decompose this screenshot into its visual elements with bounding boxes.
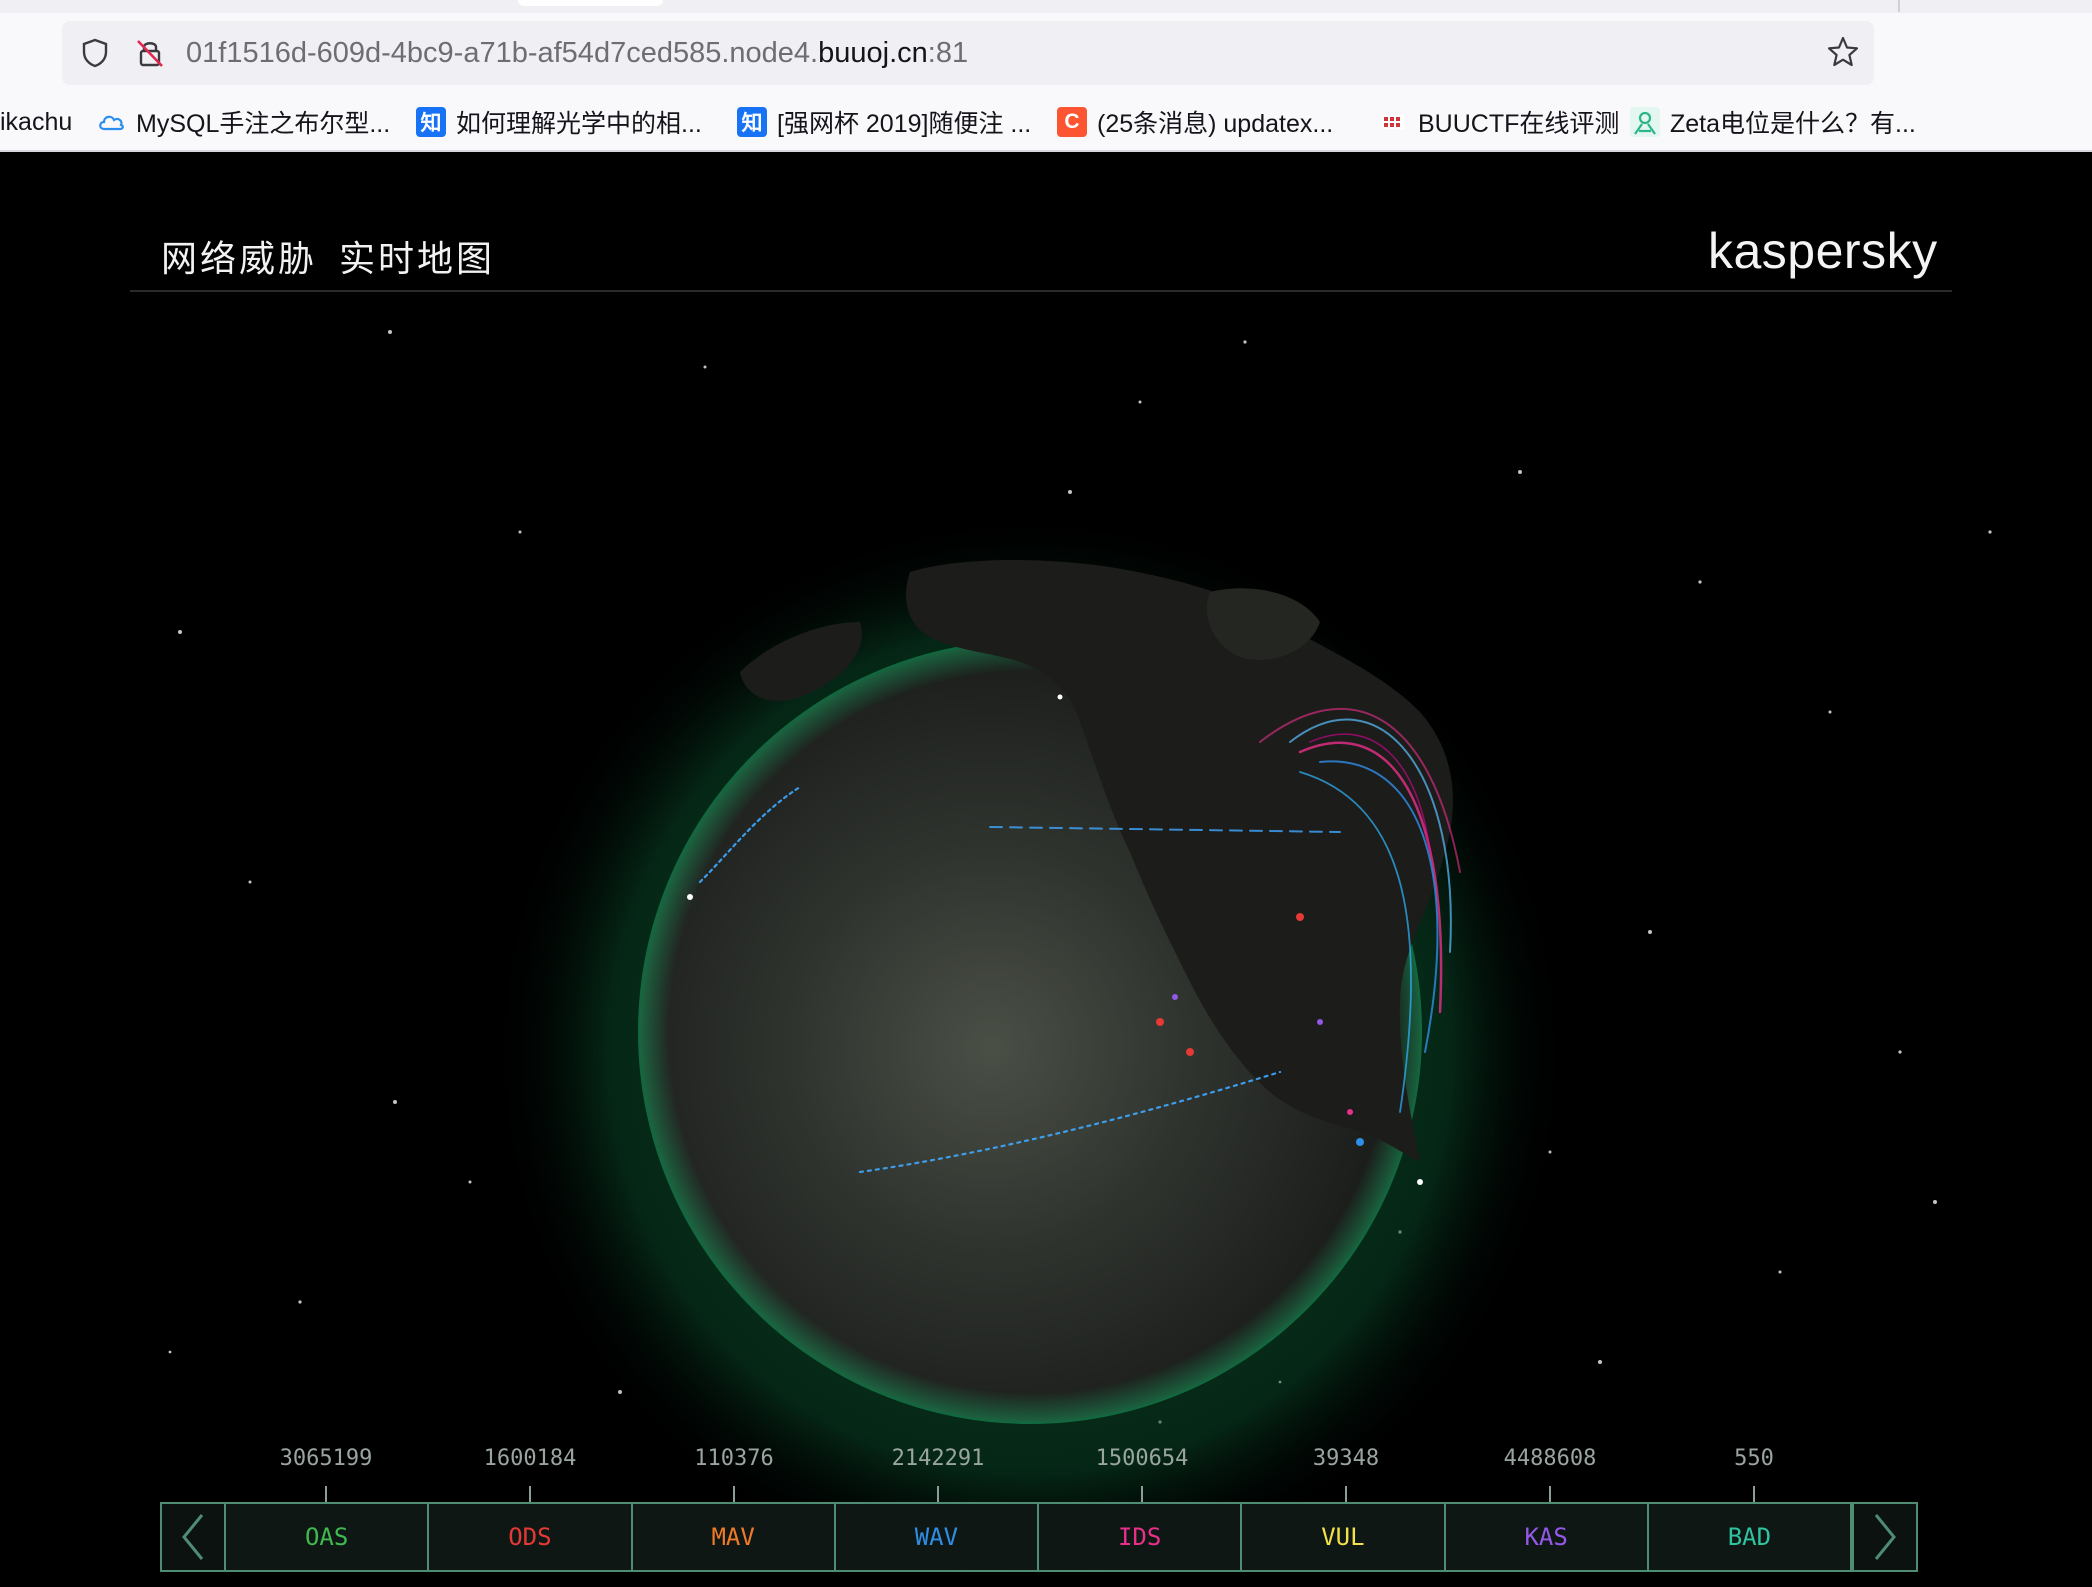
bookmark-item[interactable]: 知 [强网杯 2019]随便注 ... <box>737 104 1031 140</box>
bookmark-item[interactable]: MySQL手注之布尔型... <box>96 104 390 140</box>
url-port: :81 <box>927 37 969 69</box>
stat-tick <box>529 1486 531 1502</box>
tab-ids[interactable]: IDS <box>1039 1504 1243 1570</box>
kaspersky-logo[interactable]: kaspersky <box>1708 222 1938 280</box>
bookmark-item[interactable]: C (25条消息) updatex... <box>1057 104 1333 140</box>
bookmark-label: [强网杯 2019]随便注 ... <box>777 110 1032 138</box>
tab-oas[interactable]: OAS <box>226 1504 430 1570</box>
scroll-left-button[interactable] <box>162 1504 226 1570</box>
stat-tick <box>1753 1486 1755 1502</box>
page-title: 网络威胁 实时地图 <box>161 230 495 282</box>
stat-count-wav: 2142291 <box>891 1446 985 1471</box>
url-domain: buuoj.cn <box>818 37 928 69</box>
stat-count-bad: 550 <box>1734 1446 1774 1471</box>
bookmark-label: MySQL手注之布尔型... <box>136 110 391 138</box>
stat-tick <box>937 1486 939 1502</box>
zhihu-icon: 知 <box>737 107 767 137</box>
buuctf-icon <box>1382 115 1404 129</box>
bookmark-item[interactable]: ikachu <box>0 104 72 140</box>
scroll-right-button[interactable] <box>1852 1504 1916 1570</box>
stat-tick <box>325 1486 327 1502</box>
chevron-right-icon <box>1874 1514 1896 1560</box>
stat-count-kas: 4488608 <box>1503 1446 1597 1471</box>
active-tab[interactable] <box>518 0 663 6</box>
tab-vul[interactable]: VUL <box>1242 1504 1446 1570</box>
tab-kas[interactable]: KAS <box>1445 1504 1649 1570</box>
stat-count-ids: 1500654 <box>1095 1446 1189 1471</box>
stat-count-mav: 110376 <box>694 1446 774 1471</box>
bookmark-item[interactable]: BUUCTF在线评测 <box>1378 104 1619 140</box>
subtitle-text: 实时地图 <box>339 239 496 280</box>
bookmark-star-icon[interactable] <box>1825 34 1861 70</box>
stat-count-oas: 3065199 <box>279 1446 373 1471</box>
shield-icon[interactable] <box>78 36 112 70</box>
threat-map-page: 网络威胁 实时地图 kaspersky 3065199 1600184 11037… <box>0 152 2092 1587</box>
stat-count-ods: 1600184 <box>483 1446 577 1471</box>
title-text: 网络威胁 <box>161 239 318 280</box>
tab-strip <box>0 0 2092 13</box>
insecure-lock-icon[interactable] <box>133 36 167 70</box>
url-prefix: 01f1516d-609d-4bc9-a71b-af54d7ced585.nod… <box>186 37 819 69</box>
stat-tick <box>1549 1486 1551 1502</box>
zhihu-icon: 知 <box>416 107 446 137</box>
tab-bad[interactable]: BAD <box>1648 1504 1852 1570</box>
bookmark-label: 如何理解光学中的相... <box>456 110 702 138</box>
header-divider <box>130 290 1952 292</box>
bookmark-label: ikachu <box>0 107 73 136</box>
stat-count-vul: 39348 <box>1312 1446 1380 1471</box>
globe-visualization[interactable] <box>0 152 2092 1587</box>
profile-icon <box>1630 107 1660 137</box>
csdn-icon: C <box>1057 107 1087 137</box>
tab-ods[interactable]: ODS <box>429 1504 633 1570</box>
cloud-icon <box>99 115 124 131</box>
url-text[interactable]: 01f1516d-609d-4bc9-a71b-af54d7ced585.nod… <box>186 33 968 73</box>
tab-separator <box>1898 0 1900 12</box>
bookmark-item[interactable]: 知 如何理解光学中的相... <box>416 104 702 140</box>
bookmark-label: Zeta电位是什么？有... <box>1670 110 1916 138</box>
detection-type-bar: OAS ODS MAV WAV IDS VUL KAS BAD <box>160 1502 1918 1572</box>
chevron-left-icon <box>182 1514 204 1560</box>
tab-mav[interactable]: MAV <box>632 1504 836 1570</box>
bookmark-label: BUUCTF在线评测 <box>1418 110 1620 138</box>
bookmark-item[interactable]: Zeta电位是什么？有... <box>1630 104 1916 140</box>
stat-tick <box>1141 1486 1143 1502</box>
bookmark-label: (25条消息) updatex... <box>1097 110 1334 138</box>
stat-tick <box>1345 1486 1347 1502</box>
tab-wav[interactable]: WAV <box>835 1504 1039 1570</box>
stat-tick <box>733 1486 735 1502</box>
